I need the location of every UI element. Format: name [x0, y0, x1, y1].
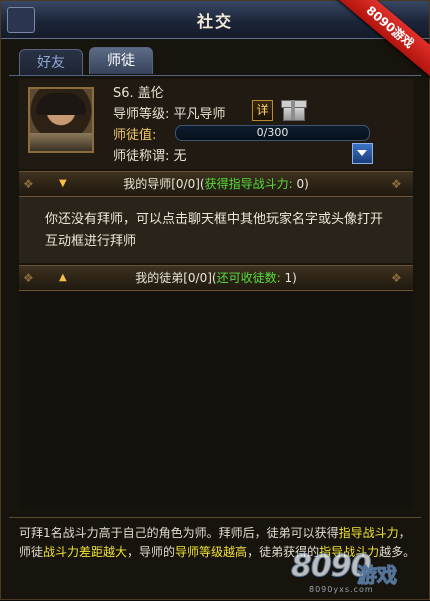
profile-panel: S6. 盖伦 导师等级: 平凡导师 详 师徒值: 0/300 师徒称谓: 无	[19, 79, 413, 169]
no-mentor-message-panel: 你还没有拜师，可以点击聊天框中其他玩家名字或头像打开互动框进行拜师	[19, 197, 413, 263]
mentorship-value-label: 师徒值:	[113, 128, 157, 143]
rules-highlight-1: 指导战斗力	[338, 526, 399, 540]
avatar-hair	[36, 93, 86, 115]
ornament-right-icon: ❖	[391, 271, 402, 285]
chevron-down-icon	[357, 150, 367, 156]
apprentice-remaining-label: 还可收徒数:	[216, 271, 281, 285]
ornament-right-icon: ❖	[391, 177, 402, 191]
mentor-count: 我的导师[0/0]	[123, 177, 200, 191]
gift-icon[interactable]	[281, 96, 307, 121]
rules-text-1: 可拜1名战斗力高于自己的角色为师。拜师后，徒弟可以获得	[19, 526, 339, 540]
title-dropdown-button[interactable]	[352, 143, 373, 164]
mentor-section-header[interactable]: ❖ ▼ 我的导师[0/0](获得指导战斗力: 0) ❖	[19, 171, 413, 197]
mentor-guidance-label: 获得指导战斗力:	[204, 177, 293, 191]
mentor-level-value: 平凡导师	[173, 107, 226, 122]
mentorship-title-value: 无	[173, 149, 187, 164]
mentorship-title-row: 师徒称谓: 无	[113, 145, 187, 164]
no-mentor-message: 你还没有拜师，可以点击聊天框中其他玩家名字或头像打开互动框进行拜师	[45, 212, 384, 249]
apprentice-list-area	[19, 291, 413, 509]
rules-highlight-3: 导师等级越高	[175, 545, 248, 559]
apprentice-count: 我的徒弟[0/0]	[135, 271, 212, 285]
gift-band	[291, 100, 295, 120]
watermark-logo: 8090 游戏 8090yxs.com	[291, 549, 429, 601]
mentorship-title-label: 师徒称谓:	[113, 149, 170, 164]
watermark-cn: 游戏	[357, 563, 398, 588]
tab-divider	[9, 75, 421, 76]
rules-text-3: ，导师的	[127, 545, 176, 559]
mentor-guidance-count: 0)	[292, 177, 309, 191]
apprentice-section-header[interactable]: ❖ ▲ 我的徒弟[0/0](还可收徒数: 1) ❖	[19, 265, 413, 291]
mentorship-value: 0/300	[256, 126, 289, 139]
watermark-url: 8090yxs.com	[309, 585, 374, 594]
detail-button[interactable]: 详	[252, 100, 273, 121]
avatar	[28, 87, 94, 153]
footer-divider	[9, 517, 421, 518]
avatar-armor	[30, 133, 92, 151]
mentor-level-row: 导师等级: 平凡导师	[113, 103, 226, 122]
apprentice-remaining-count: 1)	[280, 271, 297, 285]
player-name: S6. 盖伦	[113, 86, 164, 101]
apprentice-section-label: 我的徒弟[0/0](还可收徒数: 1)	[19, 266, 413, 290]
rules-highlight-2: 战斗力差距越大	[43, 545, 128, 559]
mentor-section-label: 我的导师[0/0](获得指导战斗力: 0)	[19, 172, 413, 196]
mentorship-progress-bar: 0/300	[175, 125, 370, 141]
mentor-level-label: 导师等级:	[113, 107, 170, 122]
tab-friends[interactable]: 好友	[19, 49, 83, 76]
tab-mentorship[interactable]: 师徒	[89, 47, 153, 74]
social-window: 社交 8090游戏 好友 师徒 S6. 盖伦 导师等级: 平凡导师 详 师徒值:…	[0, 0, 430, 600]
